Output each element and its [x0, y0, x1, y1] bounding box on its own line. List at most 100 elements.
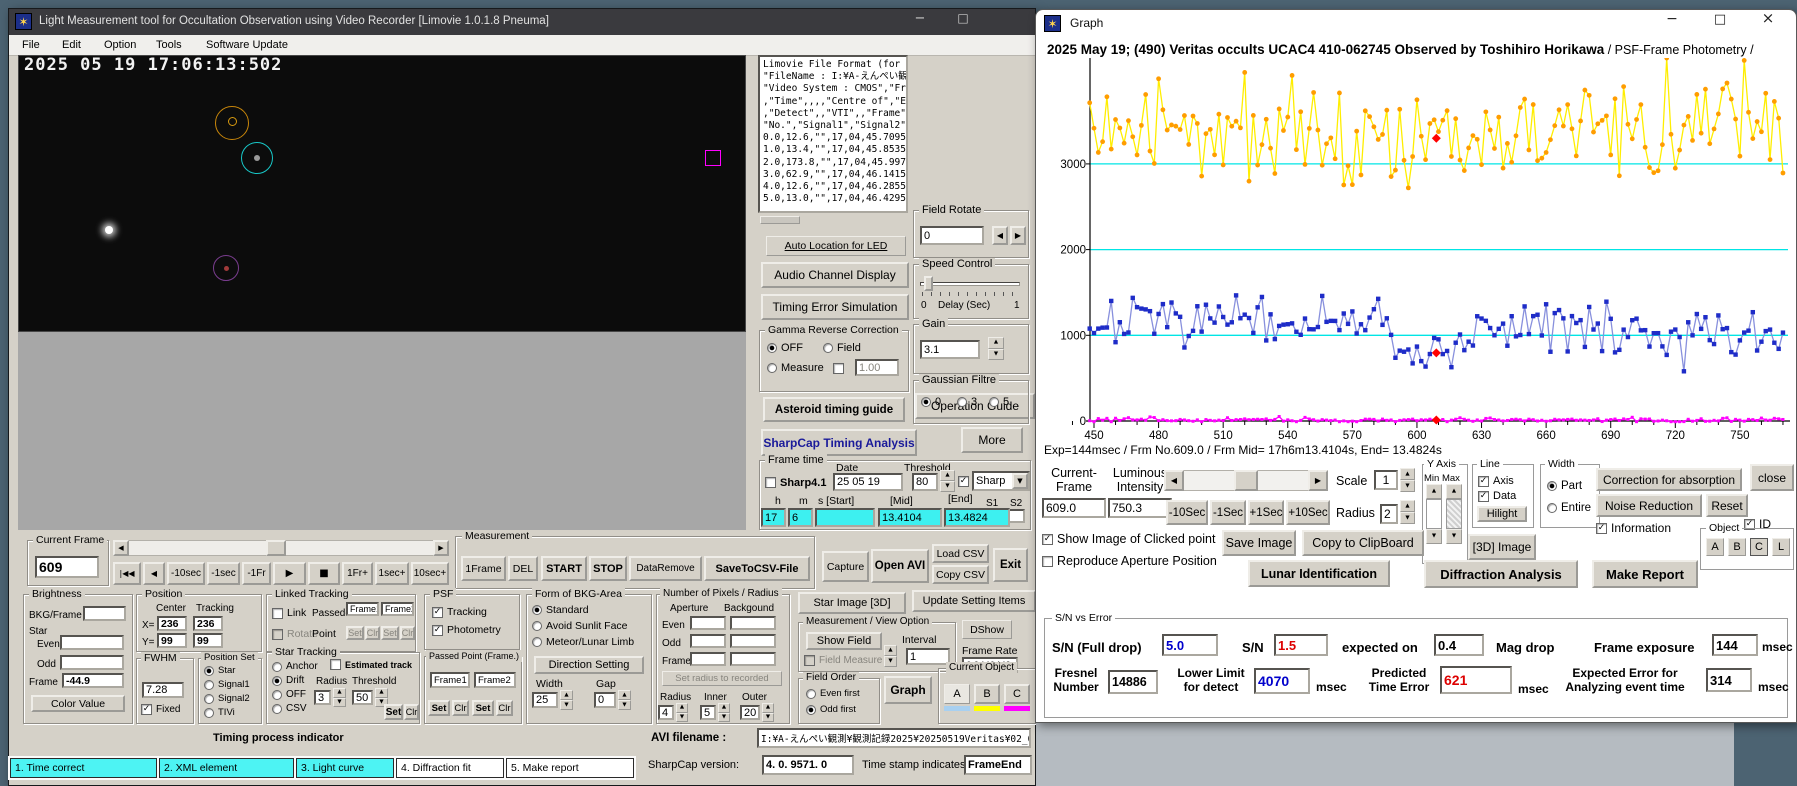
fwhm-field[interactable]: 7.28 — [142, 682, 184, 698]
direction-setting-button[interactable]: Direction Setting — [534, 656, 644, 674]
gw-current-frame-field[interactable]: 609.0 — [1042, 498, 1106, 518]
expected-error-field[interactable]: 314 — [1706, 668, 1752, 692]
odd-first-radio[interactable]: Odd first — [806, 704, 856, 715]
information-checkbox[interactable]: Information — [1596, 521, 1671, 535]
ymax-track[interactable] — [1446, 499, 1462, 529]
gamma-value-field[interactable]: 1.00 — [855, 359, 899, 376]
scale-spinner[interactable]: ▲ ▼ — [1400, 468, 1415, 492]
meas-view-spinner[interactable]: ▲ ▼ — [884, 645, 897, 667]
plus-1sec-nav-button[interactable]: +1Sec — [1248, 500, 1284, 525]
tracking-off-radio[interactable]: OFF — [272, 689, 306, 700]
bkg-meteor-radio[interactable]: Meteor/Lunar Limb — [532, 636, 634, 648]
menu-file[interactable]: File — [22, 39, 40, 52]
one-frame-button[interactable]: 1Frame — [461, 556, 506, 581]
anchor-radio[interactable]: Anchor — [272, 661, 318, 672]
passed-clr2-button[interactable]: Clr — [496, 700, 513, 716]
strack-clr-button[interactable]: Clr — [404, 704, 419, 720]
stop-button[interactable]: STOP — [589, 556, 627, 581]
image-3d-button[interactable]: [3D] Image — [1468, 534, 1536, 560]
gamma-off-radio[interactable]: OFF — [767, 342, 803, 354]
threshold-spinner[interactable]: ▲ ▼ — [940, 470, 955, 492]
posset-signal2-radio[interactable]: Signal2 — [204, 693, 250, 704]
pixels-even-bkg-field[interactable] — [730, 616, 776, 630]
pixels-frame-aperture-field[interactable] — [690, 652, 726, 666]
drift-radio[interactable]: Drift — [272, 675, 304, 686]
scale-field[interactable]: 1 — [1374, 470, 1398, 490]
speed-slider-track[interactable] — [920, 282, 1020, 286]
textbox-hscroll[interactable] — [760, 216, 800, 224]
psf-tracking-checkbox[interactable]: Tracking — [432, 606, 487, 618]
menu-tools[interactable]: Tools — [156, 39, 182, 52]
linked-set1-button[interactable]: Set — [346, 626, 364, 640]
bkg-gap-field[interactable]: 0 — [594, 692, 616, 708]
ymin-track[interactable] — [1426, 499, 1442, 529]
fwhm-fixed-checkbox[interactable]: Fixed — [141, 704, 180, 715]
star-image-3d-button[interactable]: Star Image [3D] — [798, 592, 906, 614]
mid-field[interactable]: 13.4104 — [878, 508, 942, 527]
pixels-even-aperture-field[interactable] — [690, 616, 726, 630]
pixels-radius-spinner[interactable]: ▲ ▼ — [676, 703, 688, 722]
pixels-radius-field[interactable]: 4 — [658, 705, 674, 720]
bkg-gap-spinner[interactable]: ▲ ▼ — [618, 690, 631, 710]
gaussian-3-radio[interactable]: 3 — [957, 396, 977, 408]
passed-frame1-field[interactable]: Frame1 — [430, 672, 470, 688]
pixels-inner-field[interactable]: 5 — [700, 705, 716, 720]
diffraction-analysis-button[interactable]: Diffraction Analysis — [1424, 560, 1578, 588]
gw-object-b-button[interactable]: B — [1728, 538, 1746, 556]
fresnel-field[interactable]: 14886 — [1108, 670, 1158, 694]
date-field[interactable]: 25 05 19 — [833, 473, 903, 491]
step-back-button[interactable]: ◀ — [143, 562, 165, 585]
plus-1fr-button[interactable]: 1Fr+ — [342, 562, 373, 585]
posset-signal1-radio[interactable]: Signal1 — [204, 679, 250, 690]
menu-edit[interactable]: Edit — [62, 39, 81, 52]
x-center-field[interactable]: 236 — [157, 616, 187, 631]
video-frame[interactable] — [18, 55, 746, 332]
predicted-error-field[interactable]: 621 — [1440, 666, 1512, 694]
link-checkbox[interactable]: Link — [272, 607, 306, 619]
audio-channel-button[interactable]: Audio Channel Display — [761, 262, 909, 288]
pixels-odd-bkg-field[interactable] — [730, 634, 776, 648]
star-odd-field[interactable] — [60, 655, 124, 670]
linked-clr1-button[interactable]: Clr — [365, 626, 380, 640]
plus-1sec-button[interactable]: 1sec+ — [375, 562, 409, 585]
sharp41-checkbox[interactable] — [765, 477, 776, 488]
star-frame-field[interactable]: -44.9 — [62, 673, 124, 688]
bkg-frame-field[interactable] — [83, 606, 126, 621]
plus-10sec-nav-button[interactable]: +10Sec — [1286, 500, 1330, 525]
posset-star-radio[interactable]: Star — [204, 665, 235, 676]
start-button[interactable]: START — [541, 556, 587, 581]
threshold-field[interactable]: 80 — [912, 473, 938, 491]
posset-tivi-radio[interactable]: TIVi — [204, 707, 235, 718]
make-report-button[interactable]: Make Report — [1592, 560, 1698, 588]
capture-button[interactable]: Capture — [822, 551, 869, 582]
show-field-button[interactable]: Show Field — [806, 632, 882, 650]
file-format-textbox[interactable]: Limovie File Format (for Ver.0.9.39.5 la… — [758, 55, 908, 213]
jump-start-button[interactable]: |◀◀ — [113, 562, 141, 585]
bkg-standard-radio[interactable]: Standard — [532, 604, 589, 616]
exit-button[interactable]: Exit — [993, 548, 1028, 582]
linked-frame1-field[interactable]: Frame1 — [346, 602, 379, 616]
gaussian-5-radio[interactable]: 5 — [989, 396, 1009, 408]
frame-exposure-field[interactable]: 144 — [1712, 634, 1758, 656]
object-a-button[interactable]: A — [944, 684, 970, 704]
graph-maximize-icon[interactable]: □ — [1700, 13, 1740, 26]
estimated-track-checkbox[interactable]: Estimated track — [330, 659, 412, 670]
show-clicked-checkbox[interactable]: Show Image of Clicked point — [1042, 532, 1215, 546]
asteroid-timing-guide-button[interactable]: Asteroid timing guide — [763, 397, 905, 422]
gw-radius-field[interactable]: 2 — [1380, 504, 1398, 524]
line-axis-checkbox[interactable]: Axis — [1478, 475, 1514, 487]
ymax-up-spinner[interactable]: ▲ — [1446, 484, 1462, 499]
reproduce-aperture-checkbox[interactable]: Reproduce Aperture Position — [1042, 554, 1217, 568]
save-to-csv-button[interactable]: SaveToCSV-File — [704, 556, 810, 581]
passed-clr1-button[interactable]: Clr — [452, 700, 469, 716]
end-field[interactable]: 13.4824 — [944, 508, 1010, 527]
stop-play-button[interactable]: ■ — [308, 562, 340, 585]
bkg-width-field[interactable]: 25 — [532, 692, 558, 708]
linked-clr2-button[interactable]: Clr — [400, 626, 415, 640]
minute-field[interactable]: 6 — [788, 508, 813, 527]
graph-button[interactable]: Graph — [884, 676, 932, 704]
sharpcap-version-field[interactable]: 4. 0. 9571. 0 — [762, 755, 854, 775]
gw-slider-right-icon[interactable]: ▶ — [1308, 470, 1328, 491]
pixels-odd-aperture-field[interactable] — [690, 634, 726, 648]
plus-10sec-button[interactable]: 10sec+ — [411, 562, 449, 585]
